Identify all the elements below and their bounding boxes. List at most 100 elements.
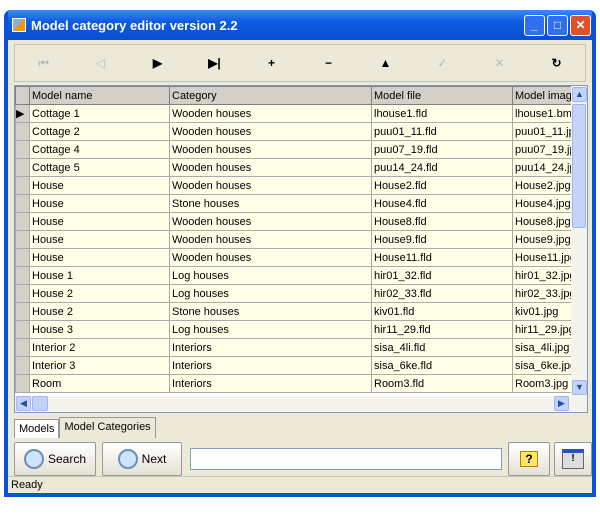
row-indicator[interactable] (15, 122, 30, 141)
table-cell[interactable]: House (29, 212, 170, 231)
table-cell[interactable]: sisa_6ke.jpg (512, 356, 579, 375)
table-cell[interactable]: Cottage 1 (29, 104, 170, 123)
table-cell[interactable]: kiv01.fld (371, 302, 513, 321)
table-row[interactable]: House 1 Log houses hir01_32.fld hir01_32.jp… (15, 266, 579, 285)
table-cell[interactable]: Interiors (169, 338, 372, 357)
table-cell[interactable]: Wooden houses (169, 176, 372, 195)
table-cell[interactable]: puu01_11.fld (371, 122, 513, 141)
table-cell[interactable]: hir11_29.fld (371, 320, 513, 339)
table-row[interactable]: Cottage 2 Wooden houses puu01_11.fld puu01_… (15, 122, 579, 141)
maximize-button[interactable]: □ (547, 14, 568, 36)
table-cell[interactable]: Stone houses (169, 302, 372, 321)
column-header[interactable]: Model file (371, 86, 513, 105)
row-indicator[interactable] (15, 266, 30, 285)
tab-model-categories[interactable]: Model Categories (59, 417, 156, 438)
table-cell[interactable]: House8.jpg (512, 212, 579, 231)
vertical-scrollbar[interactable]: ▲ ▼ (571, 86, 587, 396)
insert-record-button[interactable]: + (243, 56, 300, 70)
table-cell[interactable]: Cottage 4 (29, 140, 170, 159)
table-row[interactable]: House Wooden houses House11.fld House11.jpg (15, 248, 579, 267)
search-button[interactable]: Search (14, 442, 96, 476)
table-cell[interactable]: sisa_4li.jpg (512, 338, 579, 357)
minimize-button[interactable]: _ (524, 14, 545, 36)
scroll-thumb[interactable] (572, 104, 586, 228)
table-cell[interactable]: sisa_4li.fld (371, 338, 513, 357)
column-header[interactable]: Model name (29, 86, 170, 105)
table-cell[interactable]: lhouse1.fld (371, 104, 513, 123)
table-cell[interactable]: House (29, 248, 170, 267)
table-cell[interactable]: House 2 (29, 284, 170, 303)
table-cell[interactable]: hir01_32.jpg (512, 266, 579, 285)
tab-models[interactable]: Models (14, 419, 60, 438)
next-button[interactable]: Next (102, 442, 182, 476)
table-cell[interactable]: Wooden houses (169, 140, 372, 159)
column-header[interactable]: Category (169, 86, 372, 105)
table-cell[interactable]: Wooden houses (169, 158, 372, 177)
hscroll-thumb[interactable] (32, 396, 48, 411)
row-indicator[interactable] (15, 320, 30, 339)
table-cell[interactable]: Wooden houses (169, 212, 372, 231)
table-row[interactable]: House Wooden houses House9.fld House9.jpg (15, 230, 579, 249)
delete-record-button[interactable]: − (300, 56, 357, 70)
table-row[interactable]: ▶ Cottage 1 Wooden houses lhouse1.fld lhouse… (15, 104, 579, 123)
table-cell[interactable]: puu07_19.fld (371, 140, 513, 159)
table-cell[interactable]: hir01_32.fld (371, 266, 513, 285)
column-header[interactable]: Model image (512, 86, 579, 105)
scroll-left-button[interactable]: ◀ (16, 396, 31, 411)
table-row[interactable]: Cottage 4 Wooden houses puu07_19.fld puu07_… (15, 140, 579, 159)
table-cell[interactable]: House9.jpg (512, 230, 579, 249)
row-indicator[interactable] (15, 338, 30, 357)
table-cell[interactable]: House2.fld (371, 176, 513, 195)
table-row[interactable]: House Wooden houses House2.fld House2.jpg (15, 176, 579, 195)
scroll-down-button[interactable]: ▼ (572, 380, 587, 395)
table-cell[interactable]: hir02_33.fld (371, 284, 513, 303)
row-indicator[interactable] (15, 158, 30, 177)
table-cell[interactable]: Interior 2 (29, 338, 170, 357)
table-cell[interactable]: Log houses (169, 284, 372, 303)
table-cell[interactable]: Interiors (169, 374, 372, 393)
table-cell[interactable]: sisa_6ke.fld (371, 356, 513, 375)
row-indicator[interactable] (15, 176, 30, 195)
table-cell[interactable]: Log houses (169, 320, 372, 339)
search-input[interactable] (190, 448, 502, 470)
scroll-right-button[interactable]: ▶ (554, 396, 569, 411)
row-indicator[interactable] (15, 230, 30, 249)
prior-record-button[interactable]: ◁ (72, 56, 129, 70)
table-cell[interactable]: puu14_24.fld (371, 158, 513, 177)
table-cell[interactable]: House (29, 176, 170, 195)
table-cell[interactable]: puu14_24.jpg (512, 158, 579, 177)
table-cell[interactable]: Cottage 5 (29, 158, 170, 177)
close-button[interactable]: ✕ (570, 14, 591, 36)
table-row[interactable]: Cottage 5 Wooden houses puu14_24.fld puu14_… (15, 158, 579, 177)
table-cell[interactable]: Room3.jpg (512, 374, 579, 393)
edit-record-button[interactable]: ▲ (357, 56, 414, 70)
table-cell[interactable]: House4.fld (371, 194, 513, 213)
scroll-up-button[interactable]: ▲ (572, 87, 587, 102)
table-cell[interactable]: lhouse1.bmp (512, 104, 579, 123)
first-record-button[interactable]: ⏮ (15, 56, 72, 71)
about-button[interactable]: ! (554, 442, 592, 476)
table-cell[interactable]: Room3.fld (371, 374, 513, 393)
table-row[interactable]: House 2 Stone houses kiv01.fld kiv01.jpg (15, 302, 579, 321)
horizontal-scrollbar[interactable]: ◀ ▶ (15, 396, 587, 412)
table-cell[interactable]: puu01_11.jpg (512, 122, 579, 141)
next-record-button[interactable]: ▶ (129, 56, 186, 70)
row-indicator[interactable] (15, 374, 30, 393)
row-indicator[interactable] (15, 194, 30, 213)
post-edit-button[interactable]: ✓ (414, 56, 471, 70)
table-cell[interactable]: Stone houses (169, 194, 372, 213)
table-row[interactable]: Room Interiors Room3.fld Room3.jpg (15, 374, 579, 393)
table-cell[interactable]: House11.jpg (512, 248, 579, 267)
table-cell[interactable]: House (29, 230, 170, 249)
table-cell[interactable]: House9.fld (371, 230, 513, 249)
table-cell[interactable]: Room (29, 374, 170, 393)
table-cell[interactable]: Wooden houses (169, 230, 372, 249)
row-indicator[interactable]: ▶ (15, 104, 30, 123)
table-cell[interactable]: House (29, 194, 170, 213)
table-cell[interactable]: House4.jpg (512, 194, 579, 213)
table-cell[interactable]: Cottage 2 (29, 122, 170, 141)
table-cell[interactable]: hir02_33.jpg (512, 284, 579, 303)
table-cell[interactable]: kiv01.jpg (512, 302, 579, 321)
table-cell[interactable]: Wooden houses (169, 122, 372, 141)
table-cell[interactable]: Wooden houses (169, 104, 372, 123)
